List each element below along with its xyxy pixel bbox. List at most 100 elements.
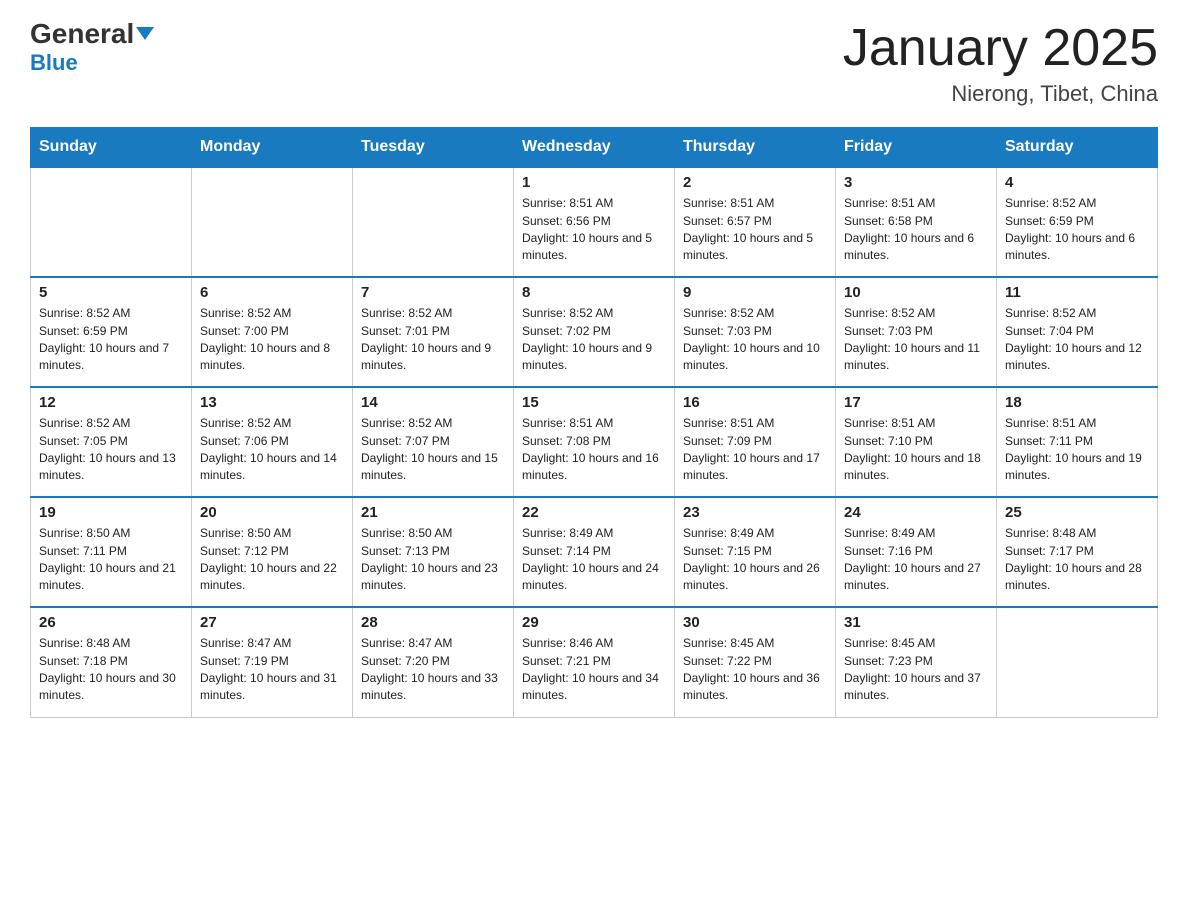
day-number: 31 [844, 614, 988, 631]
day-info: Sunrise: 8:51 AM Sunset: 7:08 PM Dayligh… [522, 415, 666, 485]
calendar-week-2: 5Sunrise: 8:52 AM Sunset: 6:59 PM Daylig… [31, 277, 1158, 387]
calendar-cell: 10 Sunrise: 8:52 AM Sunset: 7:03 PM Dayli… [836, 277, 997, 387]
title-area: January 2025 Nierong, Tibet, China [843, 20, 1158, 107]
day-info: Sunrise: 8:49 AM Sunset: 7:15 PM Dayligh… [683, 525, 827, 595]
calendar-cell [192, 167, 353, 277]
day-number: 1 [522, 174, 666, 191]
day-number: 23 [683, 504, 827, 521]
calendar-cell: 25 Sunrise: 8:48 AM Sunset: 7:17 PM Dayli… [997, 497, 1158, 607]
calendar-week-1: 1 Sunrise: 8:51 AM Sunset: 6:56 PM Daylig… [31, 167, 1158, 277]
day-info: Sunrise: 8:47 AM Sunset: 7:20 PM Dayligh… [361, 635, 505, 705]
location: Nierong, Tibet, China [843, 81, 1158, 107]
calendar-week-5: 26Sunrise: 8:48 AM Sunset: 7:18 PM Dayli… [31, 607, 1158, 717]
month-title: January 2025 [843, 20, 1158, 77]
day-info: Sunrise: 8:52 AM Sunset: 7:07 PM Dayligh… [361, 415, 505, 485]
logo-general: General [30, 20, 154, 48]
calendar-cell: 4Sunrise: 8:52 AM Sunset: 6:59 PM Daylig… [997, 167, 1158, 277]
day-number: 6 [200, 284, 344, 301]
day-info: Sunrise: 8:52 AM Sunset: 7:02 PM Dayligh… [522, 305, 666, 375]
day-info: Sunrise: 8:52 AM Sunset: 7:03 PM Dayligh… [683, 305, 827, 375]
weekday-header-monday: Monday [192, 128, 353, 168]
day-number: 8 [522, 284, 666, 301]
calendar-cell: 27 Sunrise: 8:47 AM Sunset: 7:19 PM Dayli… [192, 607, 353, 717]
day-number: 11 [1005, 284, 1149, 301]
weekday-header-sunday: Sunday [31, 128, 192, 168]
calendar-week-3: 12 Sunrise: 8:52 AM Sunset: 7:05 PM Dayli… [31, 387, 1158, 497]
day-number: 25 [1005, 504, 1149, 521]
day-info: Sunrise: 8:50 AM Sunset: 7:13 PM Dayligh… [361, 525, 505, 595]
day-number: 22 [522, 504, 666, 521]
day-info: Sunrise: 8:50 AM Sunset: 7:12 PM Dayligh… [200, 525, 344, 595]
calendar-week-4: 19 Sunrise: 8:50 AM Sunset: 7:11 PM Dayli… [31, 497, 1158, 607]
weekday-header-friday: Friday [836, 128, 997, 168]
day-info: Sunrise: 8:48 AM Sunset: 7:18 PM Dayligh… [39, 635, 183, 705]
day-number: 29 [522, 614, 666, 631]
calendar-header-row: SundayMondayTuesdayWednesdayThursdayFrid… [31, 128, 1158, 168]
weekday-header-thursday: Thursday [675, 128, 836, 168]
day-info: Sunrise: 8:51 AM Sunset: 7:11 PM Dayligh… [1005, 415, 1149, 485]
calendar-cell [997, 607, 1158, 717]
calendar-cell [31, 167, 192, 277]
calendar-cell: 31 Sunrise: 8:45 AM Sunset: 7:23 PM Dayli… [836, 607, 997, 717]
day-info: Sunrise: 8:46 AM Sunset: 7:21 PM Dayligh… [522, 635, 666, 705]
day-info: Sunrise: 8:52 AM Sunset: 6:59 PM Dayligh… [39, 305, 183, 375]
calendar-cell: 16 Sunrise: 8:51 AM Sunset: 7:09 PM Dayli… [675, 387, 836, 497]
day-info: Sunrise: 8:51 AM Sunset: 6:58 PM Dayligh… [844, 195, 988, 265]
day-number: 12 [39, 394, 183, 411]
day-number: 16 [683, 394, 827, 411]
day-number: 3 [844, 174, 988, 191]
day-info: Sunrise: 8:50 AM Sunset: 7:11 PM Dayligh… [39, 525, 183, 595]
day-info: Sunrise: 8:45 AM Sunset: 7:23 PM Dayligh… [844, 635, 988, 705]
calendar-cell [353, 167, 514, 277]
day-info: Sunrise: 8:52 AM Sunset: 7:06 PM Dayligh… [200, 415, 344, 485]
day-number: 13 [200, 394, 344, 411]
calendar-cell: 19 Sunrise: 8:50 AM Sunset: 7:11 PM Dayli… [31, 497, 192, 607]
day-info: Sunrise: 8:45 AM Sunset: 7:22 PM Dayligh… [683, 635, 827, 705]
day-info: Sunrise: 8:52 AM Sunset: 7:05 PM Dayligh… [39, 415, 183, 485]
day-number: 21 [361, 504, 505, 521]
calendar-cell: 14 Sunrise: 8:52 AM Sunset: 7:07 PM Dayli… [353, 387, 514, 497]
day-info: Sunrise: 8:51 AM Sunset: 6:57 PM Dayligh… [683, 195, 827, 265]
calendar-cell: 5Sunrise: 8:52 AM Sunset: 6:59 PM Daylig… [31, 277, 192, 387]
day-number: 17 [844, 394, 988, 411]
calendar-cell: 30 Sunrise: 8:45 AM Sunset: 7:22 PM Dayli… [675, 607, 836, 717]
day-info: Sunrise: 8:52 AM Sunset: 7:04 PM Dayligh… [1005, 305, 1149, 375]
day-number: 18 [1005, 394, 1149, 411]
weekday-header-tuesday: Tuesday [353, 128, 514, 168]
day-number: 10 [844, 284, 988, 301]
day-info: Sunrise: 8:51 AM Sunset: 6:56 PM Dayligh… [522, 195, 666, 265]
weekday-header-wednesday: Wednesday [514, 128, 675, 168]
day-number: 30 [683, 614, 827, 631]
day-info: Sunrise: 8:52 AM Sunset: 7:03 PM Dayligh… [844, 305, 988, 375]
day-number: 28 [361, 614, 505, 631]
day-info: Sunrise: 8:51 AM Sunset: 7:10 PM Dayligh… [844, 415, 988, 485]
calendar-cell: 6Sunrise: 8:52 AM Sunset: 7:00 PM Daylig… [192, 277, 353, 387]
logo-blue: Blue [30, 50, 78, 76]
calendar-cell: 1 Sunrise: 8:51 AM Sunset: 6:56 PM Daylig… [514, 167, 675, 277]
day-number: 19 [39, 504, 183, 521]
calendar-cell: 26Sunrise: 8:48 AM Sunset: 7:18 PM Dayli… [31, 607, 192, 717]
day-number: 9 [683, 284, 827, 301]
calendar-cell: 17 Sunrise: 8:51 AM Sunset: 7:10 PM Dayli… [836, 387, 997, 497]
day-number: 27 [200, 614, 344, 631]
day-info: Sunrise: 8:49 AM Sunset: 7:16 PM Dayligh… [844, 525, 988, 595]
calendar-cell: 12 Sunrise: 8:52 AM Sunset: 7:05 PM Dayli… [31, 387, 192, 497]
calendar-cell: 13 Sunrise: 8:52 AM Sunset: 7:06 PM Dayli… [192, 387, 353, 497]
day-info: Sunrise: 8:52 AM Sunset: 7:01 PM Dayligh… [361, 305, 505, 375]
day-info: Sunrise: 8:51 AM Sunset: 7:09 PM Dayligh… [683, 415, 827, 485]
day-number: 24 [844, 504, 988, 521]
calendar-cell: 2Sunrise: 8:51 AM Sunset: 6:57 PM Daylig… [675, 167, 836, 277]
day-info: Sunrise: 8:49 AM Sunset: 7:14 PM Dayligh… [522, 525, 666, 595]
day-info: Sunrise: 8:52 AM Sunset: 6:59 PM Dayligh… [1005, 195, 1149, 265]
calendar-cell: 21 Sunrise: 8:50 AM Sunset: 7:13 PM Dayli… [353, 497, 514, 607]
day-number: 14 [361, 394, 505, 411]
day-info: Sunrise: 8:47 AM Sunset: 7:19 PM Dayligh… [200, 635, 344, 705]
day-info: Sunrise: 8:48 AM Sunset: 7:17 PM Dayligh… [1005, 525, 1149, 595]
calendar-cell: 28 Sunrise: 8:47 AM Sunset: 7:20 PM Dayli… [353, 607, 514, 717]
calendar-cell: 9 Sunrise: 8:52 AM Sunset: 7:03 PM Daylig… [675, 277, 836, 387]
day-number: 15 [522, 394, 666, 411]
calendar-cell: 22 Sunrise: 8:49 AM Sunset: 7:14 PM Dayli… [514, 497, 675, 607]
calendar-cell: 29 Sunrise: 8:46 AM Sunset: 7:21 PM Dayli… [514, 607, 675, 717]
calendar-cell: 3 Sunrise: 8:51 AM Sunset: 6:58 PM Daylig… [836, 167, 997, 277]
weekday-header-saturday: Saturday [997, 128, 1158, 168]
